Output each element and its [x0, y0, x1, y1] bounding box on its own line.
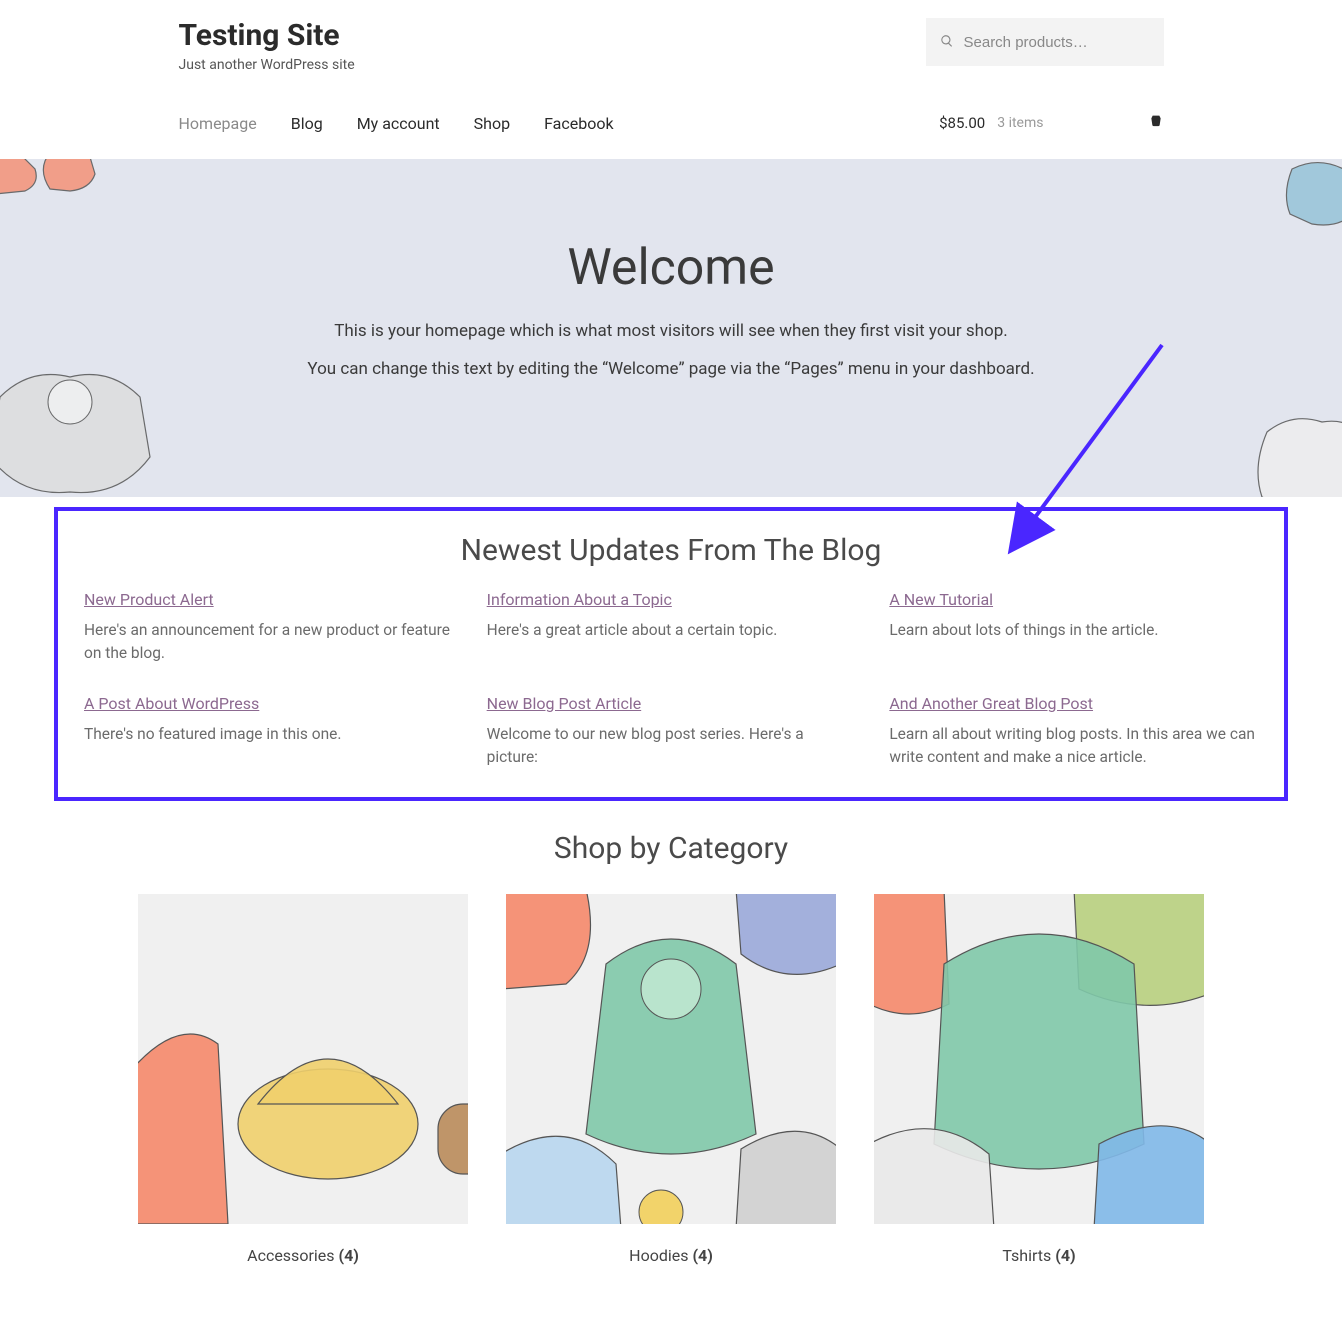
shop-heading: Shop by Category	[0, 831, 1342, 866]
blog-post-excerpt: Welcome to our new blog post series. Her…	[487, 723, 856, 770]
category-card-accessories[interactable]: Accessories (4)	[138, 894, 468, 1265]
category-image	[506, 894, 836, 1224]
shop-by-category: Shop by Category Accessories (4)	[0, 801, 1342, 1265]
blog-post: And Another Great Blog Post Learn all ab…	[889, 694, 1258, 770]
blog-post-excerpt: Learn about lots of things in the articl…	[889, 619, 1258, 642]
blog-post: Information About a Topic Here's a great…	[487, 590, 856, 666]
primary-nav: Homepage Blog My account Shop Facebook $…	[179, 113, 1164, 159]
category-image	[138, 894, 468, 1224]
blog-post-link[interactable]: New Blog Post Article	[487, 694, 642, 713]
annotation-arrow-icon	[982, 335, 1182, 555]
cart-count: 3 items	[997, 115, 1043, 131]
nav-shop[interactable]: Shop	[474, 114, 510, 133]
search-icon	[940, 33, 954, 52]
search-box[interactable]	[926, 18, 1164, 66]
blog-post-excerpt: There's no featured image in this one.	[84, 723, 453, 746]
basket-icon	[1148, 113, 1164, 133]
blog-post-link[interactable]: And Another Great Blog Post	[889, 694, 1093, 713]
site-tagline: Just another WordPress site	[179, 57, 355, 73]
blog-post-excerpt: Here's an announcement for a new product…	[84, 619, 453, 666]
blog-post-link[interactable]: Information About a Topic	[487, 590, 672, 609]
blog-post: New Blog Post Article Welcome to our new…	[487, 694, 856, 770]
decor-tshirt-icon	[0, 159, 100, 199]
category-label: Tshirts (4)	[874, 1246, 1204, 1265]
category-label: Hoodies (4)	[506, 1246, 836, 1265]
blog-post: A Post About WordPress There's no featur…	[84, 694, 453, 770]
blog-post-link[interactable]: A Post About WordPress	[84, 694, 259, 713]
nav-homepage[interactable]: Homepage	[179, 114, 257, 133]
site-branding: Testing Site Just another WordPress site	[179, 18, 355, 73]
blog-post: A New Tutorial Learn about lots of thing…	[889, 590, 1258, 666]
blog-post: New Product Alert Here's an announcement…	[84, 590, 453, 666]
site-title[interactable]: Testing Site	[179, 18, 355, 53]
category-label: Accessories (4)	[138, 1246, 468, 1265]
nav-blog[interactable]: Blog	[291, 114, 323, 133]
search-input[interactable]	[964, 34, 1150, 51]
hero-title: Welcome	[20, 239, 1322, 297]
blog-section: Newest Updates From The Blog New Product…	[0, 507, 1342, 801]
cart-price: $85.00	[939, 114, 985, 132]
nav-facebook[interactable]: Facebook	[544, 114, 613, 133]
blog-post-excerpt: Learn all about writing blog posts. In t…	[889, 723, 1258, 770]
category-card-hoodies[interactable]: Hoodies (4)	[506, 894, 836, 1265]
decor-tee-icon	[1252, 417, 1342, 497]
category-image	[874, 894, 1204, 1224]
blog-post-excerpt: Here's a great article about a certain t…	[487, 619, 856, 642]
blog-post-link[interactable]: A New Tutorial	[889, 590, 993, 609]
blog-post-link[interactable]: New Product Alert	[84, 590, 214, 609]
nav-my-account[interactable]: My account	[357, 114, 440, 133]
category-card-tshirts[interactable]: Tshirts (4)	[874, 894, 1204, 1265]
decor-polo-icon	[1282, 159, 1342, 239]
decor-hoodie-icon	[0, 367, 160, 497]
cart-link[interactable]: $85.00 3 items	[939, 113, 1163, 133]
